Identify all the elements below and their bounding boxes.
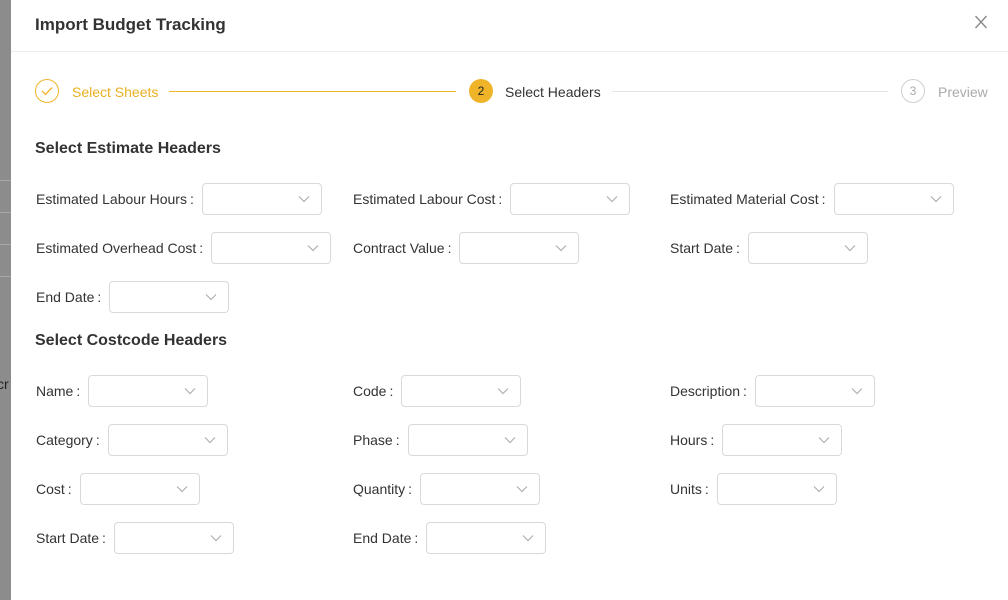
field-label: Phase — [353, 432, 393, 448]
estimated-overhead-cost-select[interactable] — [211, 232, 332, 264]
check-icon — [41, 87, 53, 96]
background-divider — [0, 244, 11, 245]
field-units: Units: — [670, 473, 837, 505]
estimated-labour-hours-select[interactable] — [201, 183, 322, 215]
chevron-down-icon — [818, 437, 830, 444]
chevron-down-icon — [844, 245, 856, 252]
field-hours: Hours: — [670, 424, 843, 456]
field-quantity: Quantity: — [353, 473, 541, 505]
step-2-label: Select Headers — [505, 84, 601, 100]
step-1-label[interactable]: Select Sheets — [72, 84, 158, 100]
chevron-down-icon — [298, 196, 310, 203]
chevron-down-icon — [851, 388, 863, 395]
field-label: Start Date — [36, 530, 100, 546]
field-label: Estimated Labour Cost — [353, 191, 496, 207]
field-contract-value: Contract Value: — [353, 232, 580, 264]
chevron-down-icon — [210, 535, 222, 542]
background-divider — [0, 276, 11, 277]
field-category: Category: — [36, 424, 228, 456]
chevron-down-icon — [522, 535, 534, 542]
field-label: Name — [36, 383, 74, 399]
field-label: End Date — [36, 289, 95, 305]
chevron-down-icon — [204, 437, 216, 444]
field-label: Code — [353, 383, 387, 399]
import-modal: Import Budget Tracking Select Sheets 2 S… — [11, 0, 1008, 600]
modal-title: Import Budget Tracking — [35, 15, 226, 34]
chevron-down-icon — [930, 196, 941, 203]
field-label: Estimated Overhead Cost — [36, 240, 197, 256]
field-label: Description — [670, 383, 741, 399]
field-description: Description: — [670, 375, 875, 407]
code-select[interactable] — [401, 375, 522, 407]
chevron-down-icon — [184, 388, 196, 395]
chevron-down-icon — [176, 486, 188, 493]
step-3-number: 3 — [901, 79, 925, 103]
field-label: End Date — [353, 530, 412, 546]
chevron-down-icon — [504, 437, 516, 444]
field-label: Estimated Material Cost — [670, 191, 819, 207]
category-select[interactable] — [107, 424, 228, 456]
name-select[interactable] — [88, 375, 209, 407]
field-estimate-end-date: End Date: — [36, 281, 230, 313]
field-code: Code: — [353, 375, 522, 407]
quantity-select[interactable] — [420, 473, 541, 505]
step-1-check-icon — [35, 79, 59, 103]
chevron-down-icon — [556, 245, 567, 252]
hours-select[interactable] — [722, 424, 843, 456]
step-2-number: 2 — [469, 79, 493, 103]
chevron-down-icon — [516, 486, 528, 493]
chevron-down-icon — [813, 486, 825, 493]
field-name: Name: — [36, 375, 209, 407]
field-label: Cost — [36, 481, 65, 497]
estimated-material-cost-select[interactable] — [833, 183, 954, 215]
field-phase: Phase: — [353, 424, 528, 456]
close-icon — [974, 15, 988, 29]
chevron-down-icon — [606, 196, 618, 203]
field-estimated-material-cost: Estimated Material Cost: — [670, 183, 954, 215]
steps-indicator: Select Sheets 2 Select Headers 3 Preview — [35, 79, 988, 105]
cost-select[interactable] — [79, 473, 200, 505]
field-cost: Cost: — [36, 473, 200, 505]
field-estimated-labour-cost: Estimated Labour Cost: — [353, 183, 631, 215]
field-estimate-start-date: Start Date: — [670, 232, 868, 264]
chevron-down-icon — [497, 388, 509, 395]
description-select[interactable] — [754, 375, 875, 407]
step-connector-done — [169, 91, 456, 92]
modal-header: Import Budget Tracking — [11, 0, 1008, 52]
background-divider — [0, 180, 11, 181]
background-page: cr — [0, 0, 11, 600]
field-estimated-overhead-cost: Estimated Overhead Cost: — [36, 232, 332, 264]
field-label: Estimated Labour Hours — [36, 191, 187, 207]
costcode-start-date-select[interactable] — [113, 522, 234, 554]
estimate-section-title: Select Estimate Headers — [35, 140, 221, 157]
chevron-down-icon — [205, 294, 217, 301]
estimate-start-date-select[interactable] — [747, 232, 868, 264]
step-3-label: Preview — [938, 84, 988, 100]
costcode-end-date-select[interactable] — [426, 522, 547, 554]
phase-select[interactable] — [407, 424, 528, 456]
field-costcode-start-date: Start Date: — [36, 522, 234, 554]
costcode-section-title: Select Costcode Headers — [35, 332, 228, 349]
field-costcode-end-date: End Date: — [353, 522, 547, 554]
field-label: Hours — [670, 432, 708, 448]
close-button[interactable] — [974, 14, 990, 36]
background-divider — [0, 212, 11, 213]
estimate-end-date-select[interactable] — [109, 281, 230, 313]
contract-value-select[interactable] — [459, 232, 580, 264]
background-text-fragment: cr — [0, 376, 9, 392]
field-label: Category — [36, 432, 93, 448]
field-label: Start Date — [670, 240, 734, 256]
units-select[interactable] — [716, 473, 837, 505]
field-estimated-labour-hours: Estimated Labour Hours: — [36, 183, 322, 215]
estimated-labour-cost-select[interactable] — [510, 183, 631, 215]
chevron-down-icon — [307, 245, 319, 252]
field-label: Units — [670, 481, 702, 497]
field-label: Contract Value — [353, 240, 445, 256]
field-label: Quantity — [353, 481, 406, 497]
step-connector-pending — [612, 91, 888, 92]
